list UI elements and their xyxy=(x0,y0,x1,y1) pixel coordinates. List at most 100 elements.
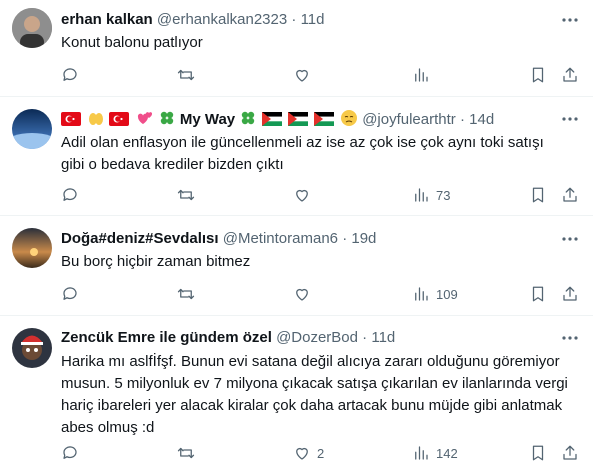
views-count: 73 xyxy=(436,187,451,203)
repost-icon xyxy=(177,69,195,81)
tweet-3[interactable]: Doğa#deniz#Sevdalısı @Metintoraman6 · 19… xyxy=(0,216,593,316)
bookmark-button[interactable] xyxy=(529,65,547,85)
separator-dot: · xyxy=(459,111,465,128)
share-icon xyxy=(563,187,577,202)
palestine-flag-icon xyxy=(261,112,282,126)
display-name[interactable]: erhan kalkan xyxy=(61,11,153,28)
hearts-icon xyxy=(136,109,154,129)
user-handle[interactable]: @Metintoraman6 xyxy=(223,230,338,247)
action-bar xyxy=(61,65,581,85)
tweet-header: Zencük Emre ile gündem özel @DozerBod · … xyxy=(61,328,553,348)
avatar[interactable] xyxy=(12,328,52,368)
name-emoji-flags xyxy=(61,111,180,128)
repost-icon xyxy=(177,288,195,300)
turkey-flag-icon xyxy=(61,112,81,126)
share-button[interactable] xyxy=(561,284,579,304)
like-button[interactable]: 2 xyxy=(293,443,324,463)
timestamp[interactable]: 11d xyxy=(371,329,395,346)
name-emoji-suffix xyxy=(239,109,362,129)
reply-icon xyxy=(63,287,77,300)
tweet-4[interactable]: Zencük Emre ile gündem özel @DozerBod · … xyxy=(0,316,593,473)
user-handle[interactable]: @joyfulearthtr xyxy=(362,111,456,128)
share-icon xyxy=(563,445,577,460)
reply-button[interactable] xyxy=(61,284,79,304)
action-bar: 109 xyxy=(61,284,581,304)
palestine-flag-icon xyxy=(313,112,334,126)
clover-icon xyxy=(158,109,176,129)
like-button[interactable] xyxy=(293,284,311,304)
separator-dot: · xyxy=(342,230,348,247)
views-button[interactable] xyxy=(412,65,436,85)
avatar[interactable] xyxy=(12,228,52,268)
reply-icon xyxy=(63,68,77,81)
tweet-text: Adil olan enflasyon ile güncellenmeli az… xyxy=(61,134,544,173)
action-bar: 2 142 xyxy=(61,443,581,463)
tweet-text: Harika mı aslfİfşf. Bunun evi satana değ… xyxy=(61,353,568,436)
tweet-text: Konut balonu patlıyor xyxy=(61,34,203,51)
bookmark-button[interactable] xyxy=(529,185,547,205)
reply-icon xyxy=(63,188,77,201)
repost-button[interactable] xyxy=(177,65,195,85)
views-count: 109 xyxy=(436,286,458,302)
views-icon xyxy=(415,68,428,82)
separator-dot: · xyxy=(362,329,368,346)
display-name[interactable]: Zencük Emre ile gündem özel xyxy=(61,329,272,346)
more-icon[interactable] xyxy=(559,328,581,348)
tweet-header: erhan kalkan @erhankalkan2323 · 11d xyxy=(61,10,553,30)
reply-button[interactable] xyxy=(61,443,79,463)
reply-button[interactable] xyxy=(61,65,79,85)
like-icon xyxy=(296,69,308,82)
share-icon xyxy=(563,67,577,82)
views-count: 142 xyxy=(436,445,458,461)
share-button[interactable] xyxy=(561,65,579,85)
bookmark-button[interactable] xyxy=(529,284,547,304)
share-icon xyxy=(563,286,577,301)
display-name[interactable]: Doğa#deniz#Sevdalısı xyxy=(61,230,219,247)
repost-icon xyxy=(177,447,195,459)
bookmark-icon xyxy=(532,445,544,461)
turkey-flag-icon xyxy=(109,112,130,126)
more-icon[interactable] xyxy=(559,10,581,30)
bookmark-icon xyxy=(532,286,544,302)
tweet-2[interactable]: My Way @joyfulearthtr · 14d Adil olan en… xyxy=(0,97,593,216)
views-icon xyxy=(415,188,428,202)
like-icon xyxy=(296,288,308,301)
bookmark-icon xyxy=(532,187,544,203)
display-name[interactable]: My Way xyxy=(180,111,235,128)
clover-icon xyxy=(239,109,257,129)
more-icon[interactable] xyxy=(559,229,581,249)
hands-icon xyxy=(87,109,105,129)
user-handle[interactable]: @DozerBod xyxy=(276,329,358,346)
palestine-flag-icon xyxy=(287,112,308,126)
timestamp[interactable]: 14d xyxy=(469,111,494,128)
bookmark-icon xyxy=(532,67,544,83)
views-button[interactable]: 109 xyxy=(412,284,458,304)
like-icon xyxy=(296,447,308,460)
tweet-text: Bu borç hiçbir zaman bitmez xyxy=(61,253,251,270)
repost-button[interactable] xyxy=(177,284,195,304)
timestamp[interactable]: 11d xyxy=(301,11,325,28)
repost-button[interactable] xyxy=(177,443,195,463)
likes-count: 2 xyxy=(317,445,325,461)
share-button[interactable] xyxy=(561,185,579,205)
avatar[interactable] xyxy=(12,8,52,48)
separator-dot: · xyxy=(291,11,297,28)
bookmark-button[interactable] xyxy=(529,443,547,463)
avatar[interactable] xyxy=(12,109,52,149)
share-button[interactable] xyxy=(561,443,579,463)
like-icon xyxy=(296,189,308,202)
more-icon[interactable] xyxy=(559,109,581,129)
repost-button[interactable] xyxy=(177,185,195,205)
action-bar: 73 xyxy=(61,185,581,205)
like-button[interactable] xyxy=(293,185,311,205)
repost-icon xyxy=(177,189,195,201)
views-button[interactable]: 142 xyxy=(412,443,458,463)
tweet-1[interactable]: erhan kalkan @erhankalkan2323 · 11d Konu… xyxy=(0,0,593,97)
like-button[interactable] xyxy=(293,65,311,85)
timestamp[interactable]: 19d xyxy=(351,230,376,247)
tweet-header: My Way @joyfulearthtr · 14d xyxy=(61,109,553,129)
user-handle[interactable]: @erhankalkan2323 xyxy=(157,11,287,28)
tweet-header: Doğa#deniz#Sevdalısı @Metintoraman6 · 19… xyxy=(61,229,553,249)
views-button[interactable]: 73 xyxy=(412,185,450,205)
reply-button[interactable] xyxy=(61,185,79,205)
